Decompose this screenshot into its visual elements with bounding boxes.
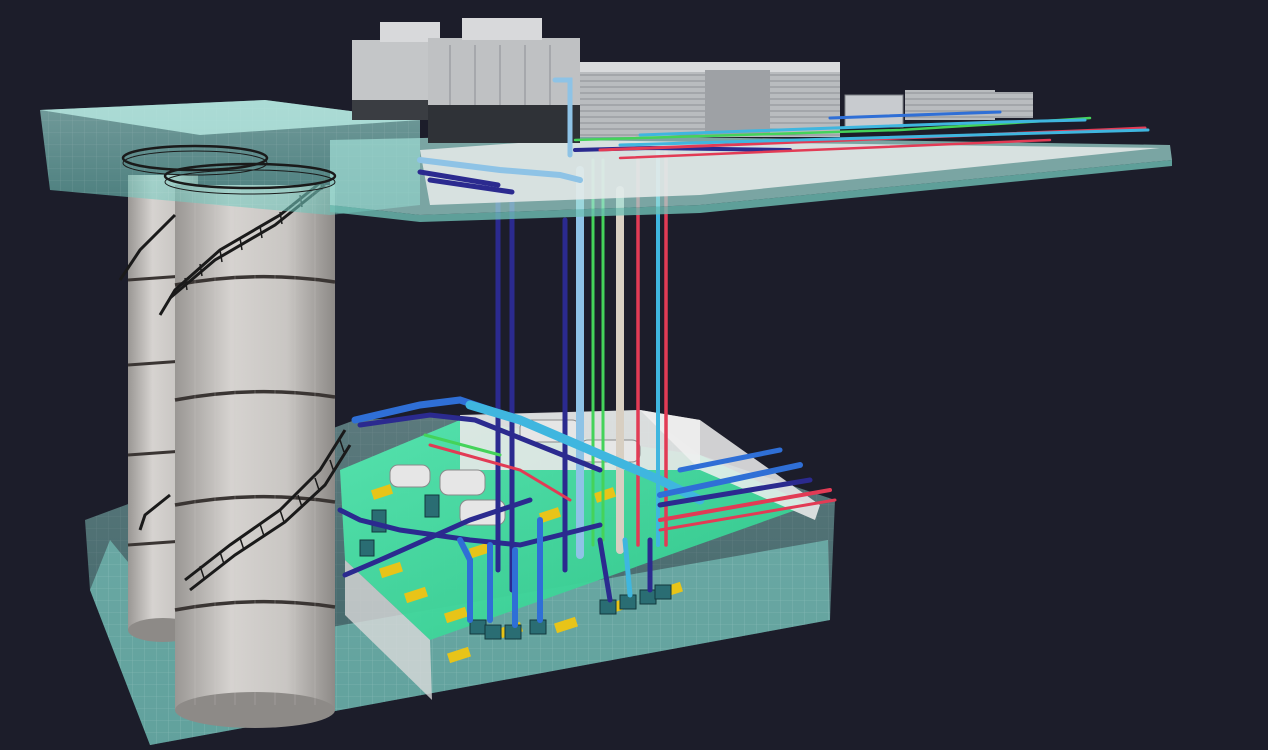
- hvac-plant-3d-model: [40, 18, 1172, 745]
- air-cooled-unit: [580, 62, 840, 137]
- bim-3d-viewport[interactable]: [0, 0, 1268, 750]
- storage-tank-front: [174, 185, 336, 728]
